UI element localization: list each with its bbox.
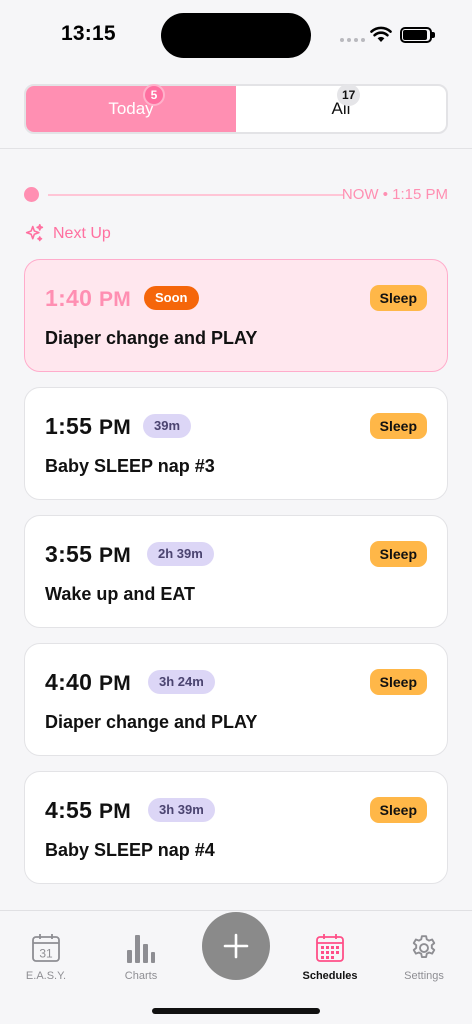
duration-chip: 39m xyxy=(143,414,192,438)
card-title: Baby SLEEP nap #3 xyxy=(45,456,215,476)
all-count-badge: 17 xyxy=(337,84,361,106)
schedule-card[interactable]: 1:40 PM Soon Sleep Diaper change and PLA… xyxy=(24,259,448,372)
soon-chip: Soon xyxy=(144,286,199,310)
home-indicator xyxy=(152,1008,320,1014)
bar-chart-icon xyxy=(126,931,156,965)
next-up-header: Next Up xyxy=(24,223,111,244)
card-time: 4:40 PM xyxy=(45,669,132,695)
card-time: 3:55 PM xyxy=(45,541,132,567)
gear-icon xyxy=(409,931,439,965)
calendar-grid-icon xyxy=(315,931,345,965)
duration-chip: 3h 24m xyxy=(148,670,215,694)
plus-icon xyxy=(223,933,249,959)
dynamic-island xyxy=(161,13,311,58)
card-time: 4:55 PM xyxy=(45,797,132,823)
schedule-card[interactable]: 4:40 PM 3h 24m Sleep Diaper change and P… xyxy=(24,643,448,756)
today-count-badge: 5 xyxy=(143,84,165,106)
now-label: NOW • 1:15 PM xyxy=(341,186,448,203)
tab-easy-label: E.A.S.Y. xyxy=(25,970,67,982)
card-title: Baby SLEEP nap #4 xyxy=(45,840,215,860)
now-indicator: NOW • 1:15 PM xyxy=(24,186,448,204)
schedule-card[interactable]: 1:55 PM 39m Sleep Baby SLEEP nap #3 xyxy=(24,387,448,500)
calendar-day-number: 31 xyxy=(39,947,53,961)
category-tag: Sleep xyxy=(369,285,427,311)
header-divider xyxy=(0,148,472,149)
tab-settings-label: Settings xyxy=(404,970,444,982)
wifi-icon xyxy=(370,26,392,42)
battery-icon xyxy=(400,27,435,43)
tab-easy[interactable]: 31 E.A.S.Y. xyxy=(11,931,81,982)
today-all-segmented-control: Today 5 All 17 xyxy=(24,84,448,134)
tab-schedules-label: Schedules xyxy=(302,970,358,982)
category-tag: Sleep xyxy=(369,541,427,567)
now-line xyxy=(48,194,344,196)
card-title: Diaper change and PLAY xyxy=(45,328,258,348)
tab-all[interactable]: All 17 xyxy=(236,84,446,132)
status-time: 13:15 xyxy=(61,22,116,45)
category-tag: Sleep xyxy=(369,797,427,823)
card-time: 1:55 PM xyxy=(45,413,132,439)
sparkles-icon xyxy=(25,223,44,242)
schedule-card[interactable]: 4:55 PM 3h 39m Sleep Baby SLEEP nap #4 xyxy=(24,771,448,884)
tab-today[interactable]: Today 5 xyxy=(26,84,236,132)
cellular-signal-icon xyxy=(340,38,365,42)
category-tag: Sleep xyxy=(369,413,427,439)
card-title: Diaper change and PLAY xyxy=(45,712,258,732)
tab-schedules[interactable]: Schedules xyxy=(295,931,365,982)
category-tag: Sleep xyxy=(369,669,427,695)
card-title: Wake up and EAT xyxy=(45,584,196,604)
card-time: 1:40 PM xyxy=(45,285,132,311)
next-up-label: Next Up xyxy=(53,224,111,242)
add-button[interactable] xyxy=(202,912,270,980)
tab-charts[interactable]: Charts xyxy=(106,931,176,982)
tab-settings[interactable]: Settings xyxy=(389,931,459,982)
duration-chip: 2h 39m xyxy=(147,542,214,566)
schedule-card[interactable]: 3:55 PM 2h 39m Sleep Wake up and EAT xyxy=(24,515,448,628)
now-dot xyxy=(24,187,39,202)
tab-charts-label: Charts xyxy=(124,970,158,982)
schedule-list: 1:40 PM Soon Sleep Diaper change and PLA… xyxy=(24,259,448,899)
duration-chip: 3h 39m xyxy=(148,798,215,822)
status-bar: 13:15 xyxy=(0,0,472,70)
calendar-31-icon: 31 xyxy=(31,931,61,965)
